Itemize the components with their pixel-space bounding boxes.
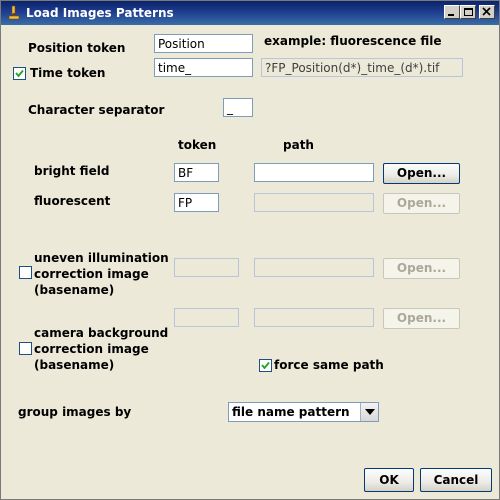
microscope-icon	[8, 5, 20, 20]
camera-label-line2: correction image	[34, 342, 149, 356]
camera-background-checkbox[interactable]	[19, 342, 32, 355]
force-same-path-checkbox[interactable]	[259, 359, 272, 372]
camera-path-input[interactable]	[254, 308, 374, 327]
dropdown-arrow[interactable]	[360, 403, 378, 421]
bright-field-token-input[interactable]: BF	[174, 163, 219, 182]
char-separator-input[interactable]: _	[223, 98, 253, 117]
char-separator-label: Character separator	[28, 103, 165, 117]
maximize-icon	[464, 8, 473, 16]
force-same-path-label: force same path	[274, 358, 384, 372]
time-token-label: Time token	[30, 66, 106, 80]
maximize-button[interactable]	[460, 5, 476, 19]
bright-field-label: bright field	[34, 164, 110, 178]
time-token-checkbox[interactable]	[13, 67, 26, 80]
fluorescent-path-input[interactable]	[254, 193, 374, 212]
uneven-path-input[interactable]	[254, 258, 374, 277]
checkmark-icon	[261, 361, 270, 370]
camera-token-input[interactable]	[174, 308, 239, 327]
bright-field-open-button[interactable]: Open...	[383, 163, 460, 184]
camera-label-line3: (basename)	[34, 358, 115, 372]
camera-open-button[interactable]: Open...	[383, 308, 460, 329]
title-bar[interactable]: Load Images Patterns	[1, 1, 499, 25]
uneven-label-line1: uneven illumination	[34, 251, 169, 265]
window-title: Load Images Patterns	[26, 6, 174, 20]
minimize-button[interactable]	[444, 5, 460, 19]
uneven-illumination-checkbox[interactable]	[19, 266, 32, 279]
position-token-input[interactable]: Position	[154, 34, 253, 53]
checkmark-icon	[15, 69, 24, 78]
fluorescent-open-button[interactable]: Open...	[383, 193, 460, 214]
camera-label-line1: camera background	[34, 326, 169, 340]
example-label: example: fluorescence file	[264, 34, 442, 48]
ok-button[interactable]: OK	[364, 468, 414, 492]
uneven-token-input[interactable]	[174, 258, 239, 277]
fluorescent-label: fluorescent	[34, 194, 111, 208]
token-column-header: token	[178, 138, 217, 152]
close-icon	[482, 7, 491, 16]
example-filename-field: ?FP_Position(d*)_time_(d*).tif	[261, 58, 463, 77]
chevron-down-icon	[365, 409, 375, 415]
uneven-label-line3: (basename)	[34, 283, 115, 297]
time-token-input[interactable]: time_	[154, 58, 253, 77]
position-token-label: Position token	[28, 41, 126, 55]
path-column-header: path	[283, 138, 314, 152]
fluorescent-token-input[interactable]: FP	[174, 193, 219, 212]
minimize-icon	[448, 14, 454, 16]
cancel-button[interactable]: Cancel	[420, 468, 492, 492]
uneven-open-button[interactable]: Open...	[383, 258, 460, 279]
close-button[interactable]	[479, 5, 495, 19]
group-by-value: file name pattern	[232, 405, 350, 419]
bright-field-path-input[interactable]	[254, 163, 374, 182]
group-by-dropdown[interactable]: file name pattern	[228, 402, 379, 422]
uneven-label-line2: correction image	[34, 267, 149, 281]
dialog-window: Load Images Patterns Position token Posi…	[0, 0, 500, 500]
group-by-label: group images by	[18, 405, 132, 419]
